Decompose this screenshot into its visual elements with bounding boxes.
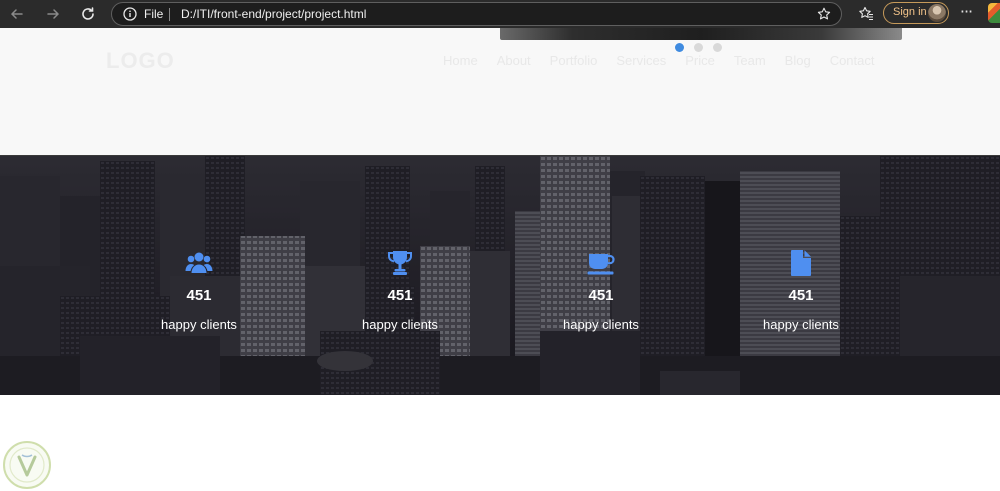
url-text[interactable]: D:/ITI/front-end/project/project.html [181, 7, 366, 21]
counter-number: 451 [387, 287, 413, 304]
coffee-cup-icon [587, 254, 615, 275]
counter-item: 451 happy clients [330, 249, 470, 339]
refresh-icon [82, 7, 94, 20]
nav-link-services[interactable]: Services [616, 53, 666, 68]
counter-label: happy clients [362, 317, 438, 332]
slider-dot[interactable] [694, 43, 703, 52]
counter-label: happy clients [161, 317, 237, 332]
settings-menu-button[interactable]: ··· [957, 3, 975, 23]
slider-image [500, 28, 902, 40]
counter-label: happy clients [763, 317, 839, 332]
page-viewport: LOGO Home About Portfolio Services Price… [0, 28, 1000, 491]
arrow-left-icon [10, 9, 23, 19]
nav-link-team[interactable]: Team [734, 53, 766, 68]
copilot-icon[interactable] [988, 3, 1000, 23]
favorites-icon[interactable] [857, 5, 875, 23]
counter-item: 451 happy clients [129, 249, 269, 339]
browser-toolbar: File D:/ITI/front-end/project/project.ht… [0, 0, 1000, 28]
header-section: LOGO Home About Portfolio Services Price… [0, 28, 1000, 156]
users-icon [185, 252, 213, 273]
nav-link-contact[interactable]: Contact [830, 53, 875, 68]
site-logo[interactable]: LOGO [106, 48, 175, 74]
counters-section: 451 happy clients 451 happy clients 451 [0, 156, 1000, 395]
trophy-icon [388, 251, 412, 275]
watermark-logo [3, 441, 51, 489]
nav-link-price[interactable]: Price [685, 53, 715, 68]
star-icon[interactable] [817, 7, 831, 21]
sign-in-label: Sign in [893, 6, 927, 18]
forward-button[interactable] [42, 3, 64, 25]
counter-number: 451 [588, 287, 614, 304]
back-button[interactable] [6, 3, 28, 25]
info-icon[interactable] [123, 7, 137, 21]
address-separator [169, 8, 170, 21]
arrow-right-icon [47, 9, 60, 19]
avatar [928, 4, 946, 22]
address-bar[interactable]: File D:/ITI/front-end/project/project.ht… [111, 2, 842, 26]
counter-item: 451 happy clients [531, 249, 671, 339]
scheme-label: File [144, 7, 164, 21]
main-nav: Home About Portfolio Services Price Team… [443, 53, 875, 68]
counter-number: 451 [788, 287, 814, 304]
counter-number: 451 [186, 287, 212, 304]
refresh-button[interactable] [77, 3, 99, 25]
nav-link-blog[interactable]: Blog [785, 53, 811, 68]
slider-dots [675, 43, 722, 52]
slider-dot[interactable] [713, 43, 722, 52]
counter-label: happy clients [563, 317, 639, 332]
counter-item: 451 happy clients [731, 249, 871, 339]
nav-link-about[interactable]: About [497, 53, 531, 68]
nav-link-portfolio[interactable]: Portfolio [550, 53, 598, 68]
slider-dot[interactable] [675, 43, 684, 52]
sign-in-button[interactable]: Sign in [883, 2, 949, 24]
nav-link-home[interactable]: Home [443, 53, 478, 68]
file-icon [791, 250, 811, 276]
